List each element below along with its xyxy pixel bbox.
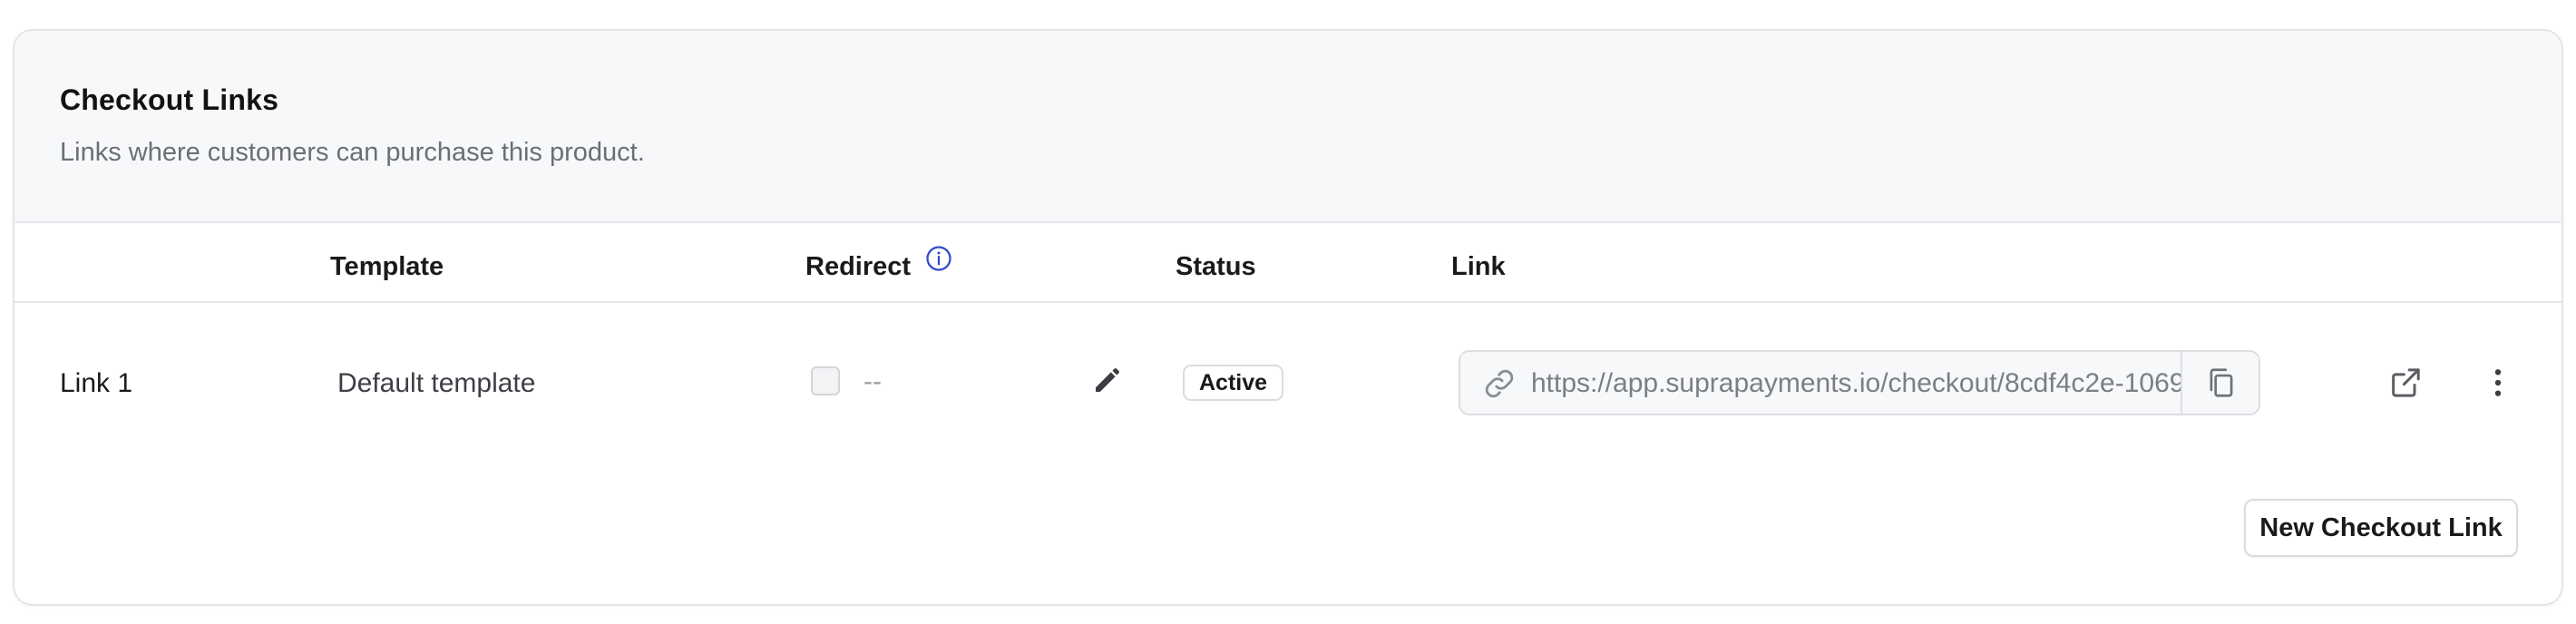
copy-icon xyxy=(2210,368,2233,397)
header-status: Status xyxy=(1176,252,1256,281)
card-description: Links where customers can purchase this … xyxy=(60,138,645,167)
checkout-link-field[interactable]: https://app.suprapayments.io/checkout/8c… xyxy=(1459,350,2260,415)
redirect-value: -- xyxy=(864,366,882,396)
new-checkout-link-button[interactable]: New Checkout Link xyxy=(2244,499,2518,557)
redirect-checkbox[interactable] xyxy=(811,366,840,395)
link-name: Link 1 xyxy=(60,368,133,398)
pencil-icon[interactable] xyxy=(1090,365,1123,397)
info-icon[interactable] xyxy=(925,245,952,272)
card-title: Checkout Links xyxy=(60,83,279,116)
table-header: Template Redirect Status Link xyxy=(15,225,2561,303)
checkout-link-url[interactable]: https://app.suprapayments.io/checkout/8c… xyxy=(1531,368,2186,399)
checkout-links-card: Checkout Links Links where customers can… xyxy=(13,29,2563,606)
header-template: Template xyxy=(330,252,444,281)
header-redirect: Redirect xyxy=(805,252,912,281)
copy-link-button[interactable] xyxy=(2181,352,2259,414)
table-row: Link 1 Default template -- Active https:… xyxy=(15,305,2561,463)
external-link-icon[interactable] xyxy=(2387,365,2424,401)
card-header: Checkout Links Links where customers can… xyxy=(15,31,2561,223)
link-chain-icon xyxy=(1485,369,1514,398)
more-vertical-icon[interactable] xyxy=(2480,365,2516,401)
template-name: Default template xyxy=(337,368,536,398)
status-badge: Active xyxy=(1183,365,1284,401)
header-link: Link xyxy=(1451,252,1506,281)
